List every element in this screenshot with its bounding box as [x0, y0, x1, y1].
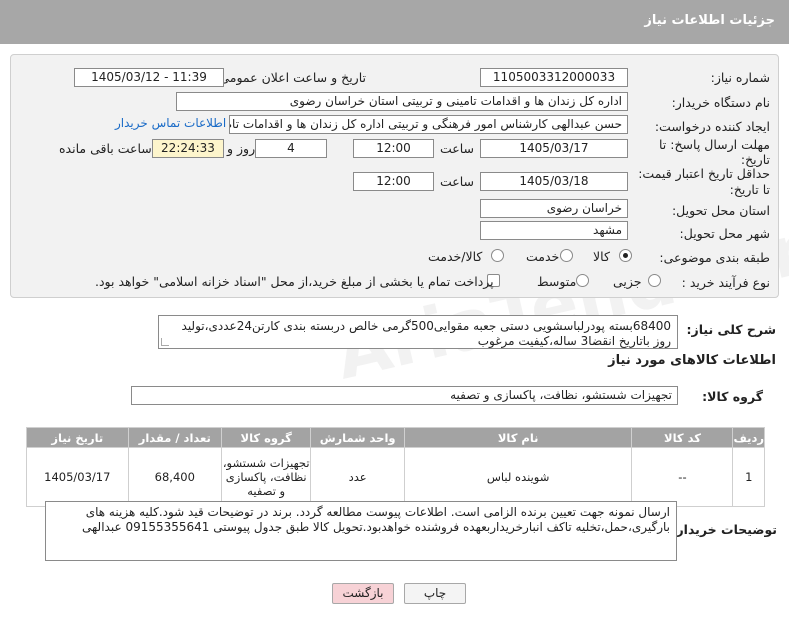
cell-item-code: -- [631, 447, 734, 507]
cell-unit: عدد [310, 447, 405, 507]
resize-grip-icon[interactable] [161, 338, 169, 346]
process-option-partial: جزیی [613, 274, 642, 289]
remaining-time-field: 22:24:33 [152, 139, 224, 158]
category-option-service: خدمت [526, 249, 560, 264]
description-textarea: 68400بسته پودرلباسشویی دستی جعبه مقوایی5… [158, 315, 678, 349]
buyer-org-field: اداره کل زندان ها و اقدامات تامینی و ترب… [176, 92, 628, 111]
header-quantity: تعداد / مقدار [127, 427, 222, 448]
header-item-code: کد کالا [631, 427, 734, 448]
deadline-label-line1: مهلت ارسال پاسخ: تا [659, 137, 770, 152]
header-unit: واحد شمارش [310, 427, 405, 448]
category-radio-goods-service[interactable] [491, 249, 504, 262]
validity-time-label: ساعت [440, 174, 475, 189]
process-radio-medium[interactable] [576, 274, 589, 287]
announce-datetime-field: 1405/03/12 - 11:39 [74, 68, 224, 87]
goods-table: ردیف کد کالا نام کالا واحد شمارش گروه کا… [26, 427, 765, 507]
goods-group-field: تجهیزات شستشو، نظافت، پاکسازی و تصفیه [131, 386, 678, 405]
page-title: جزئیات اطلاعات نیاز [644, 13, 775, 28]
buyer-notes-textarea: ارسال نمونه جهت تعیین برنده الزامی است. … [45, 501, 677, 561]
deadline-time-label: ساعت [440, 141, 475, 156]
validity-time-field: 12:00 [353, 172, 434, 191]
remaining-time-label: ساعت باقی مانده [59, 141, 152, 156]
table-header-row: ردیف کد کالا نام کالا واحد شمارش گروه کا… [26, 427, 765, 448]
header-item-name: نام کالا [403, 427, 633, 448]
cell-quantity: 68,400 [127, 447, 222, 507]
validity-label-line2: تا تاریخ: [729, 182, 770, 197]
deadline-date-field: 1405/03/17 [480, 139, 628, 158]
city-label: شهر محل تحویل: [679, 226, 770, 241]
header-group: گروه کالا [220, 427, 312, 448]
cell-item-name: شوینده لباس [403, 447, 633, 507]
days-remaining-field: 4 [255, 139, 327, 158]
deadline-time-field: 12:00 [353, 139, 434, 158]
cell-need-date: 1405/03/17 [26, 447, 129, 507]
payment-note: پرداخت تمام یا بخشی از مبلغ خرید،از محل … [95, 274, 494, 289]
goods-section-title: اطلاعات کالاهای مورد نیاز [608, 353, 776, 368]
back-button[interactable]: بازگشت [332, 583, 394, 604]
category-option-goods: کالا [593, 249, 610, 264]
buyer-contact-link[interactable]: اطلاعات تماس خریدار [115, 116, 226, 130]
city-field: مشهد [480, 221, 628, 240]
goods-group-label: گروه کالا: [702, 389, 763, 404]
process-option-medium: متوسط [537, 274, 577, 289]
need-number-field: 1105003312000033 [480, 68, 628, 87]
requester-label: ایجاد کننده درخواست: [654, 119, 770, 134]
process-label: نوع فرآیند خرید : [681, 275, 770, 290]
category-radio-goods[interactable] [619, 249, 632, 262]
category-label: طبقه بندی موضوعی: [659, 250, 770, 265]
need-number-label: شماره نیاز: [710, 70, 770, 85]
validity-date-field: 1405/03/18 [480, 172, 628, 191]
header-row-number: ردیف [732, 427, 765, 448]
province-label: استان محل تحویل: [671, 203, 770, 218]
table-row: 1 -- شوینده لباس عدد تجهیزات شستشو، نظاف… [26, 447, 765, 507]
cell-group: تجهیزات شستشو، نظافت، پاکسازی و تصفیه [220, 447, 312, 507]
deadline-label-line2: تاریخ: [740, 152, 770, 167]
requester-field: حسن عبدالهی کارشناس امور فرهنگی و تربیتی… [229, 115, 628, 134]
province-field: خراسان رضوی [480, 199, 628, 218]
buyer-notes-label: توضیحات خریدار: [671, 522, 777, 537]
print-button[interactable]: چاپ [404, 583, 466, 604]
category-option-goods-service: کالا/خدمت [428, 249, 483, 264]
validity-label-line1: حداقل تاریخ اعتبار قیمت: [638, 166, 770, 181]
header-need-date: تاریخ نیاز [26, 427, 129, 448]
description-label: شرح کلی نیاز: [686, 322, 776, 337]
category-radio-service[interactable] [560, 249, 573, 262]
cell-row-number: 1 [732, 447, 765, 507]
description-text: 68400بسته پودرلباسشویی دستی جعبه مقوایی5… [181, 319, 671, 348]
buyer-notes-text: ارسال نمونه جهت تعیین برنده الزامی است. … [82, 505, 670, 534]
days-label: روز و [227, 141, 256, 156]
page-header: جزئیات اطلاعات نیاز [0, 0, 789, 44]
process-radio-partial[interactable] [648, 274, 661, 287]
announce-label: تاریخ و ساعت اعلان عمومی: [215, 70, 366, 85]
buyer-org-label: نام دستگاه خریدار: [671, 95, 770, 110]
